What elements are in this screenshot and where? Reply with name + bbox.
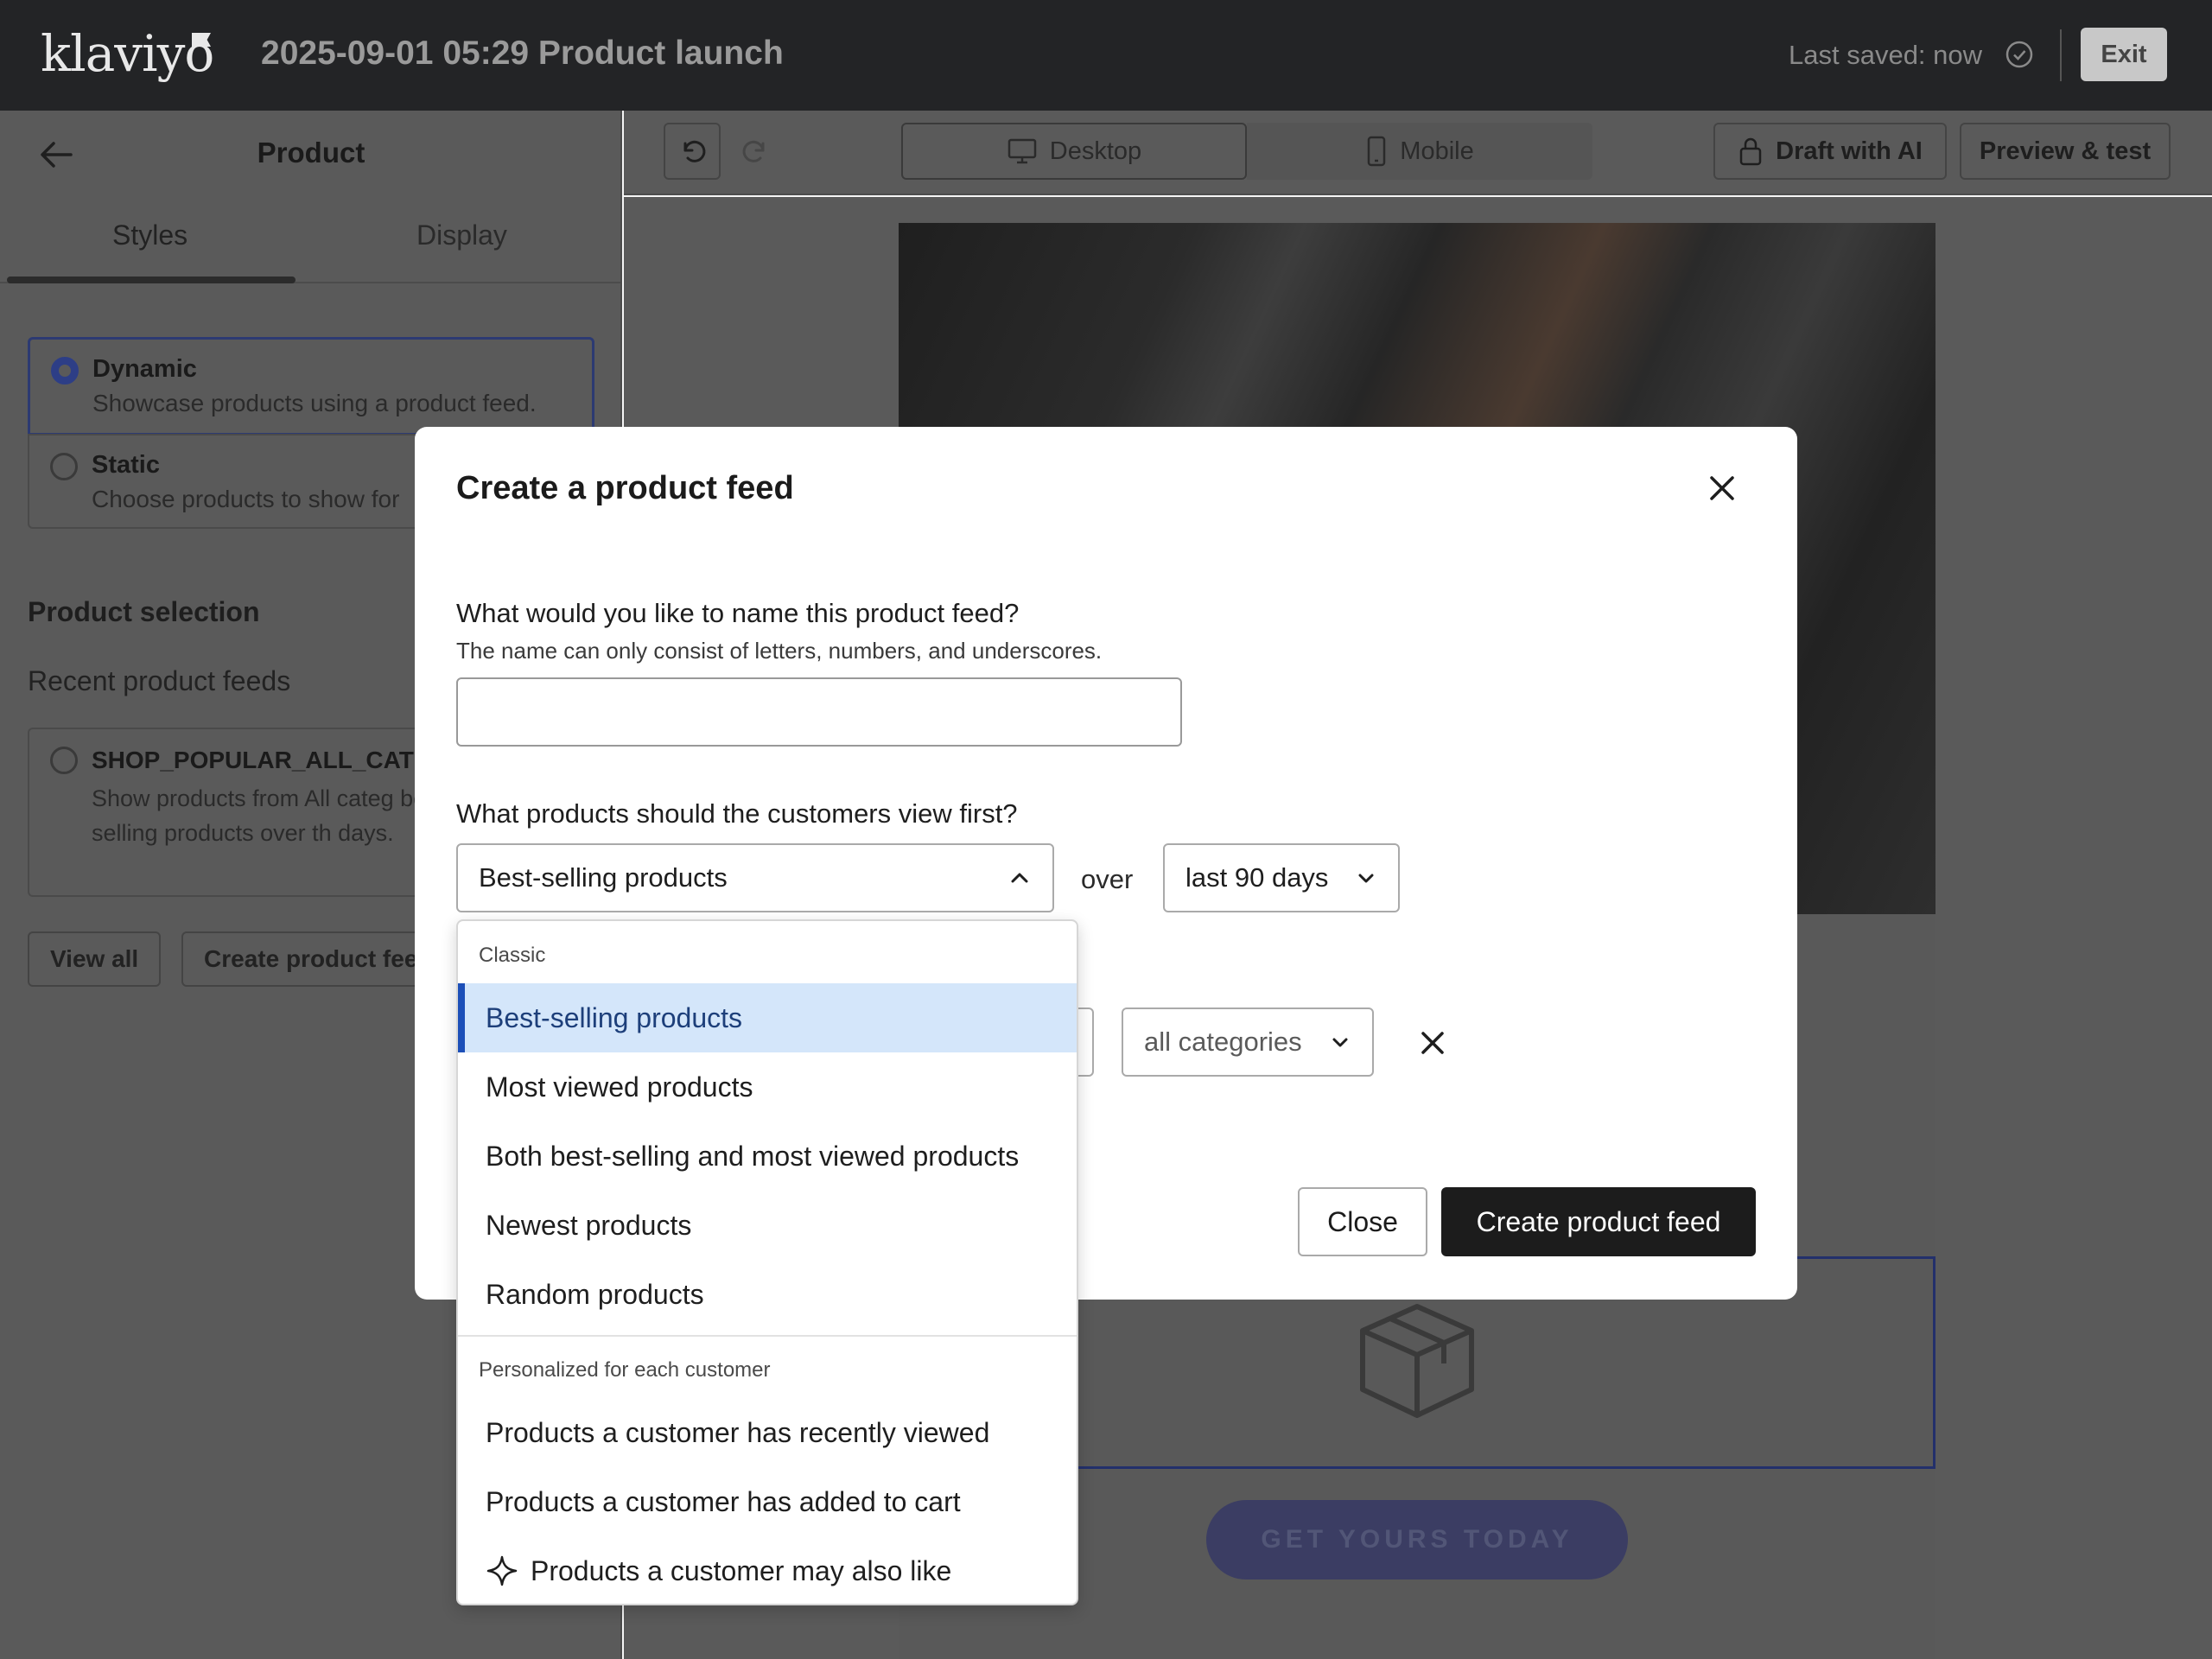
feed-name-question: What would you like to name this product… <box>456 598 1020 628</box>
dropdown-option-ai[interactable]: Products a customer may also like <box>458 1536 1077 1604</box>
categories-select[interactable]: all categories <box>1122 1007 1374 1077</box>
dropdown-option[interactable]: Both best-selling and most viewed produc… <box>458 1122 1077 1191</box>
desktop-view-toggle[interactable]: Desktop <box>901 123 1247 180</box>
radio-dynamic[interactable] <box>51 357 79 385</box>
option-description: Choose products to show for <box>92 486 400 512</box>
redo-button[interactable] <box>734 123 778 180</box>
tab-display[interactable]: Display <box>416 219 507 251</box>
dropdown-group-label: Classic <box>479 944 546 967</box>
top-bar: klaviyo 2025-09-01 05:29 Product launch … <box>0 0 2212 111</box>
undo-icon <box>683 140 706 162</box>
draft-with-ai-button[interactable]: Draft with AI <box>1713 123 1947 180</box>
chevron-up-icon <box>1011 873 1028 883</box>
close-icon <box>1421 1032 1444 1054</box>
radio-static[interactable] <box>50 453 78 480</box>
option-title: Static <box>92 451 160 479</box>
option-description: Showcase products using a product feed. <box>92 390 537 416</box>
cta-button[interactable]: GET YOURS TODAY <box>1206 1500 1628 1580</box>
desktop-label: Desktop <box>1049 137 1142 165</box>
remove-filter-button[interactable] <box>1413 1023 1452 1063</box>
last-saved-status: Last saved: now <box>1789 40 1983 70</box>
undo-button[interactable] <box>664 123 721 180</box>
draft-with-ai-label: Draft with AI <box>1776 137 1923 165</box>
mobile-icon <box>1368 136 1386 167</box>
box-icon <box>1360 1304 1474 1418</box>
check-circle-icon <box>2005 41 2033 68</box>
over-label: over <box>1081 864 1134 894</box>
products-type-value: Best-selling products <box>479 862 728 893</box>
dropdown-separator <box>458 1335 1077 1337</box>
feed-title: SHOP_POPULAR_ALL_CATE <box>92 747 430 773</box>
active-tab-indicator <box>7 276 296 283</box>
dropdown-option[interactable]: Products a customer has added to cart <box>458 1467 1077 1536</box>
sparkle-icon <box>486 1555 518 1586</box>
dropdown-option[interactable]: Random products <box>458 1260 1077 1329</box>
modal-title: Create a product feed <box>456 470 794 506</box>
time-period-value: last 90 days <box>1185 862 1329 893</box>
option-dynamic[interactable]: Dynamic Showcase products using a produc… <box>28 337 594 435</box>
dropdown-group-label: Personalized for each customer <box>479 1358 771 1382</box>
products-question: What products should the customers view … <box>456 798 1018 829</box>
dropdown-option[interactable]: Best-selling products <box>458 983 1077 1052</box>
chevron-down-icon <box>1358 874 1374 883</box>
products-type-select[interactable]: Best-selling products <box>456 843 1054 912</box>
dropdown-option-label: Products a customer may also like <box>531 1554 952 1586</box>
create-product-feed-button[interactable]: Create product fee <box>181 931 441 987</box>
mobile-view-toggle[interactable]: Mobile <box>1247 123 1592 180</box>
dropdown-option[interactable]: Newest products <box>458 1191 1077 1260</box>
klaviyo-logo[interactable]: klaviyo <box>41 24 214 83</box>
panel-title: Product <box>257 137 365 168</box>
redo-icon <box>742 140 765 162</box>
chevron-down-icon <box>1332 1038 1348 1047</box>
dropdown-option[interactable]: Most viewed products <box>458 1052 1077 1122</box>
tab-styles[interactable]: Styles <box>112 219 188 251</box>
categories-value: all categories <box>1144 1027 1302 1057</box>
preview-test-button[interactable]: Preview & test <box>1960 123 2171 180</box>
section-title: Product selection <box>28 596 260 627</box>
recent-feeds-label: Recent product feeds <box>28 665 291 696</box>
view-all-button[interactable]: View all <box>28 931 162 987</box>
lock-icon <box>1739 137 1762 166</box>
feed-name-help-text: The name can only consist of letters, nu… <box>456 638 1103 664</box>
dropdown-option[interactable]: Products a customer has recently viewed <box>458 1398 1077 1467</box>
mobile-label: Mobile <box>1400 137 1474 165</box>
modal-close-button[interactable] <box>1700 467 1744 510</box>
create-product-feed-submit-button[interactable]: Create product feed <box>1441 1187 1756 1256</box>
option-title: Dynamic <box>92 355 197 383</box>
products-type-dropdown: Classic Best-selling products Most viewe… <box>456 919 1078 1605</box>
close-icon <box>1710 476 1734 500</box>
exit-button[interactable]: Exit <box>2081 28 2167 81</box>
time-period-select[interactable]: last 90 days <box>1163 843 1400 912</box>
close-button[interactable]: Close <box>1298 1187 1427 1256</box>
top-divider <box>2060 29 2062 81</box>
desktop-icon <box>1007 138 1037 164</box>
document-title[interactable]: 2025-09-01 05:29 Product launch <box>261 35 784 73</box>
radio-feed[interactable] <box>50 747 78 774</box>
feed-name-input[interactable] <box>456 677 1182 747</box>
